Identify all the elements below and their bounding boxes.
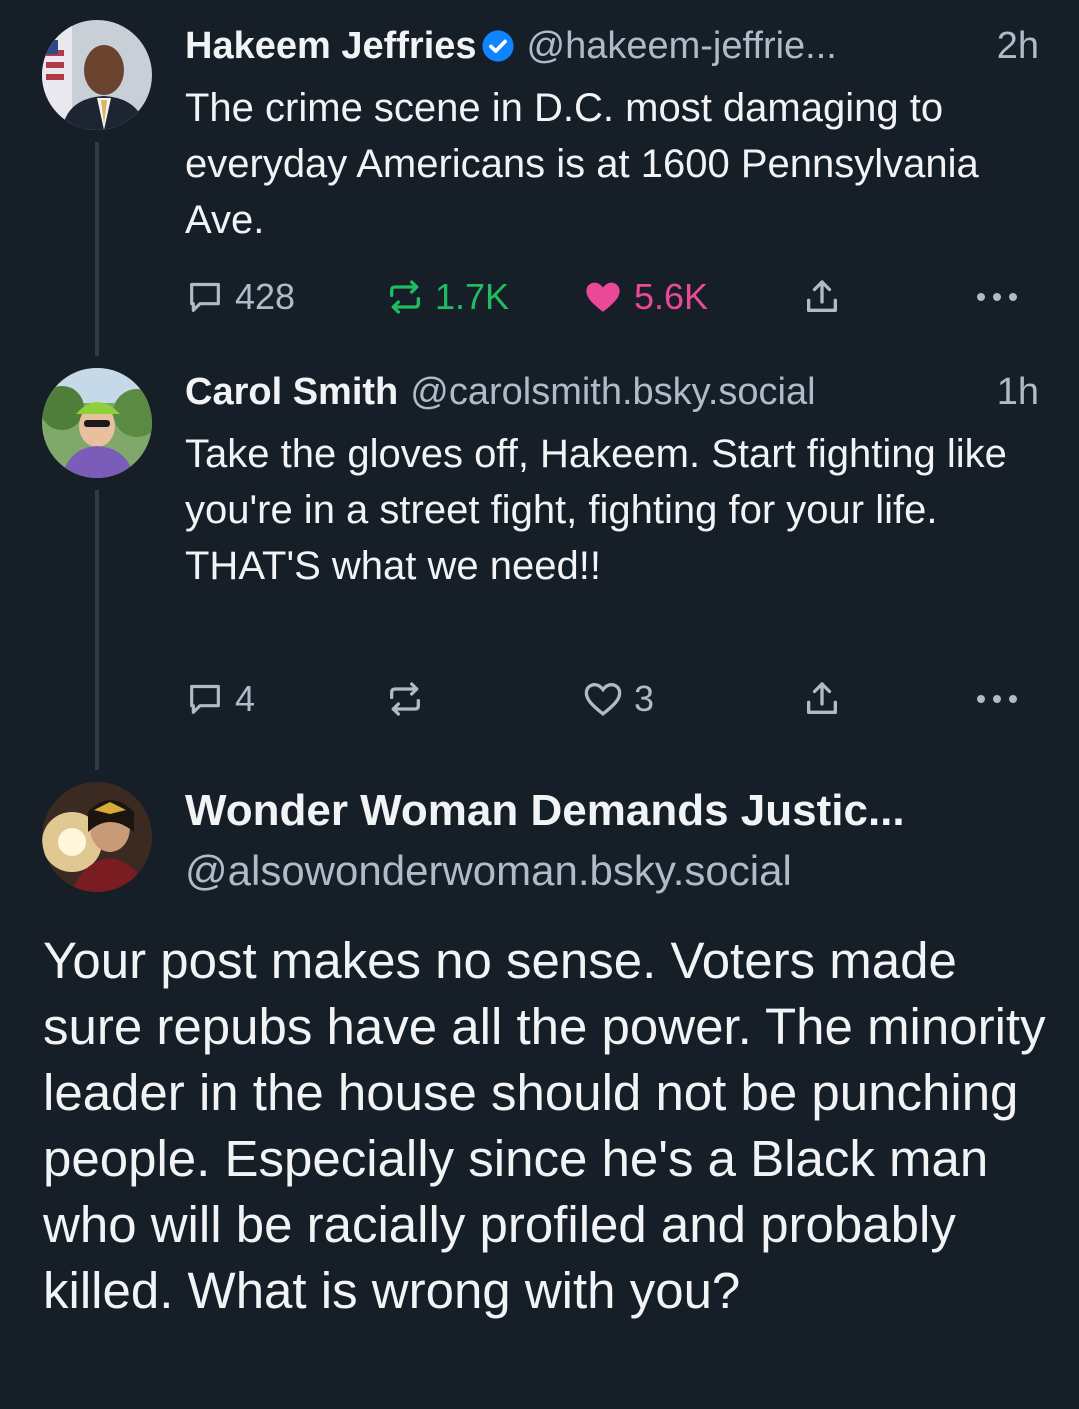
like-button[interactable]: 3 [582, 676, 654, 722]
share-button[interactable] [802, 676, 842, 722]
post-body: Hakeem Jeffries @hakeem-jeffrie... 2h Th… [185, 24, 1039, 248]
reply-icon [185, 277, 225, 317]
repost-button[interactable]: 1.7K [385, 274, 509, 320]
more-icon [975, 693, 1019, 705]
post-time[interactable]: 1h [987, 370, 1039, 414]
post-text: The crime scene in D.C. most damaging to… [185, 86, 979, 242]
thread-post-1[interactable]: Hakeem Jeffries @hakeem-jeffrie... 2h Th… [0, 0, 1079, 360]
repost-button[interactable] [385, 676, 435, 722]
more-options-button[interactable] [975, 676, 1019, 722]
post-text: Take the gloves off, Hakeem. Start fight… [185, 432, 1007, 588]
more-options-button[interactable] [975, 274, 1019, 320]
thread-connector-line [95, 490, 99, 770]
author-name[interactable]: Hakeem Jeffries [185, 24, 477, 68]
like-button[interactable]: 5.6K [582, 274, 708, 320]
verified-badge-icon [481, 29, 515, 63]
like-count: 5.6K [634, 276, 709, 317]
author-handle[interactable]: @hakeem-jeffrie... [527, 24, 837, 68]
post-body: Carol Smith @carolsmith.bsky.social 1h T… [185, 370, 1039, 594]
reply-button[interactable]: 4 [185, 676, 255, 722]
post-header: Hakeem Jeffries @hakeem-jeffrie... 2h [185, 24, 1039, 68]
reply-button[interactable]: 428 [185, 274, 295, 320]
author-name[interactable]: Carol Smith [185, 370, 398, 414]
author-handle[interactable]: @carolsmith.bsky.social [410, 370, 815, 414]
author-handle[interactable]: @alsowonderwoman.bsky.social [185, 844, 1039, 898]
post-time[interactable]: 2h [987, 24, 1039, 68]
share-button[interactable] [802, 274, 842, 320]
post-actions: 428 1.7K 5.6K [185, 274, 1035, 320]
post-actions: 4 3 [185, 676, 1035, 722]
thread-post-2[interactable]: Carol Smith @carolsmith.bsky.social 1h T… [0, 360, 1079, 770]
post-header: Carol Smith @carolsmith.bsky.social 1h [185, 370, 1039, 414]
share-icon [802, 679, 842, 719]
avatar-carol-smith[interactable] [42, 368, 152, 478]
heart-icon [582, 276, 624, 318]
share-icon [802, 277, 842, 317]
more-icon [975, 291, 1019, 303]
main-post: Wonder Woman Demands Justic... @alsowond… [0, 770, 1079, 1409]
author-name[interactable]: Wonder Woman Demands Justic... [185, 784, 1039, 838]
avatar-hakeem-jeffries[interactable] [42, 20, 152, 130]
avatar-wonder-woman[interactable] [42, 782, 152, 892]
post-text: Your post makes no sense. Voters made su… [43, 932, 1046, 1319]
heart-icon [582, 678, 624, 720]
repost-count: 1.7K [435, 276, 510, 317]
reply-count: 4 [235, 678, 256, 719]
repost-icon [385, 277, 425, 317]
main-post-header: Wonder Woman Demands Justic... @alsowond… [185, 784, 1039, 898]
repost-icon [385, 679, 425, 719]
thread-connector-line [95, 142, 99, 356]
reply-icon [185, 679, 225, 719]
reply-count: 428 [235, 276, 296, 317]
like-count: 3 [634, 678, 655, 719]
